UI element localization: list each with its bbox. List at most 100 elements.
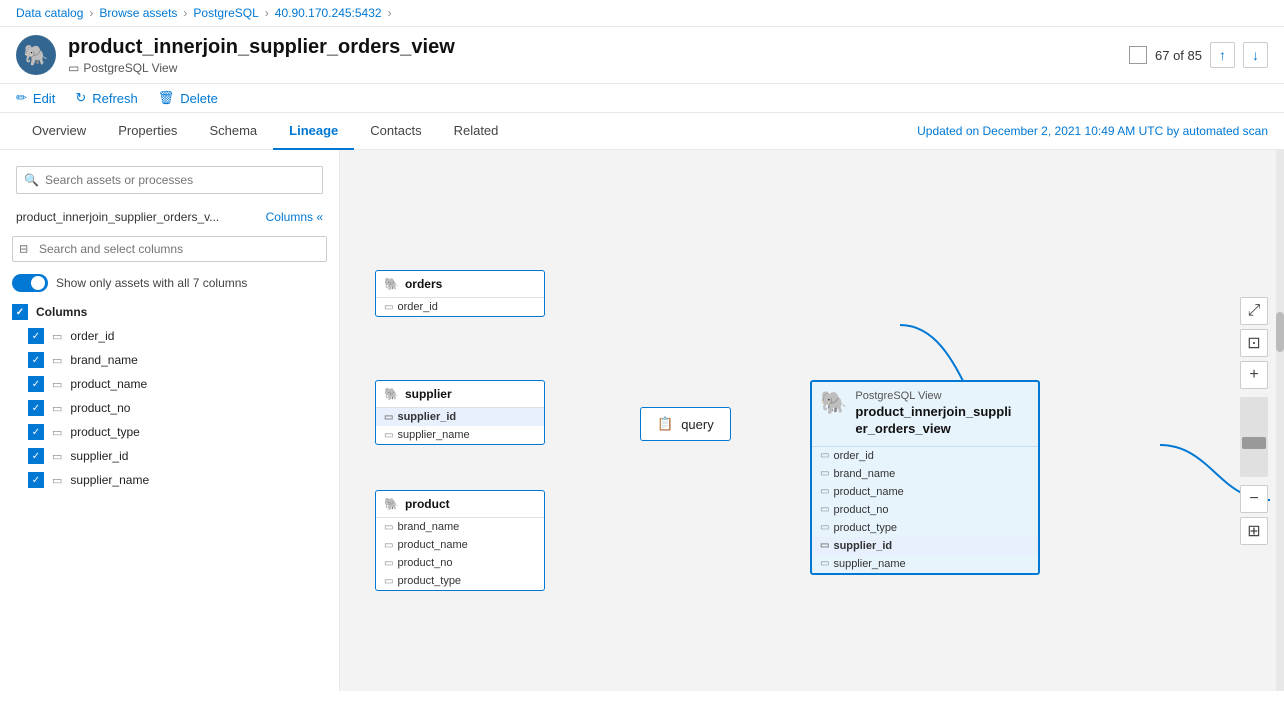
col-checkbox-product_type[interactable]: ✓ xyxy=(28,424,44,440)
col-label-product_no: product_no xyxy=(70,401,130,415)
breadcrumb-sep-2: › xyxy=(265,6,269,20)
tab-contacts[interactable]: Contacts xyxy=(354,113,437,150)
col-item-icon-supplier_name: ▭ xyxy=(52,474,62,487)
scrollbar-thumb[interactable] xyxy=(1276,312,1284,352)
product-col-brand_name: ▭ brand_name xyxy=(376,518,544,536)
col-checkbox-supplier_id[interactable]: ✓ xyxy=(28,448,44,464)
toggle-switch[interactable] xyxy=(12,274,48,292)
column-item-brand_name[interactable]: ✓ ▭ brand_name xyxy=(0,348,339,372)
prev-button[interactable]: ↑ xyxy=(1210,42,1235,68)
next-button[interactable]: ↓ xyxy=(1243,42,1268,68)
asset-info: product_innerjoin_supplier_orders_view ▭… xyxy=(68,36,455,75)
breadcrumb-sep-1: › xyxy=(183,6,187,20)
columns-all-checkbox[interactable]: ✓ xyxy=(12,304,28,320)
breadcrumb-sep-0: › xyxy=(89,6,93,20)
col-label-supplier_name: supplier_name xyxy=(70,473,149,487)
product-col-product_name: ▭ product_name xyxy=(376,536,544,554)
updated-by[interactable]: automated scan xyxy=(1183,124,1268,138)
column-item-order_id[interactable]: ✓ ▭ order_id xyxy=(0,324,339,348)
header-right: 67 of 85 ↑ ↓ xyxy=(1129,42,1268,68)
orders-node-header: 🐘 orders xyxy=(376,271,544,298)
delete-button[interactable]: 🗑 Delete xyxy=(158,90,218,106)
left-panel: 🔍 product_innerjoin_supplier_orders_v...… xyxy=(0,150,340,691)
zoom-in-button[interactable]: + xyxy=(1240,361,1268,389)
select-checkbox[interactable] xyxy=(1129,46,1147,64)
orders-db-icon: 🐘 xyxy=(384,277,399,291)
tab-properties[interactable]: Properties xyxy=(102,113,193,150)
col-item-icon-product_name: ▭ xyxy=(52,378,62,391)
breadcrumb-item-1[interactable]: Browse assets xyxy=(99,6,177,20)
dest-title: product_innerjoin_supplier_orders_view xyxy=(855,404,1011,438)
dest-col-supplier_id: ▭ supplier_id xyxy=(812,537,1038,555)
zoom-track xyxy=(1240,397,1268,477)
page-header: 🐘 product_innerjoin_supplier_orders_view… xyxy=(0,27,1284,84)
col-item-icon-supplier_id: ▭ xyxy=(52,450,62,463)
breadcrumb-item-2[interactable]: PostgreSQL xyxy=(193,6,258,20)
tab-related[interactable]: Related xyxy=(438,113,515,150)
asset-type-label: PostgreSQL View xyxy=(83,61,177,75)
dest-col-product_name: ▭ product_name xyxy=(812,483,1038,501)
dest-col-order_id: ▭ order_id xyxy=(812,447,1038,465)
edit-button[interactable]: ✏ Edit xyxy=(16,90,55,106)
breadcrumb-item-3[interactable]: 40.90.170.245:5432 xyxy=(275,6,382,20)
column-search-input[interactable] xyxy=(12,236,327,262)
col-checkbox-order_id[interactable]: ✓ xyxy=(28,328,44,344)
col-label-product_name: product_name xyxy=(70,377,147,391)
zoom-controls: ⤢ ⊡ + − ⊞ xyxy=(1240,297,1268,545)
col-label-product_type: product_type xyxy=(70,425,139,439)
toggle-row: Show only assets with all 7 columns xyxy=(0,270,339,300)
supplier-col-label-supplier_id: supplier_id xyxy=(397,411,456,423)
tab-schema[interactable]: Schema xyxy=(193,113,273,150)
column-item-product_type[interactable]: ✓ ▭ product_type xyxy=(0,420,339,444)
expand-button[interactable]: ⤢ xyxy=(1240,297,1268,325)
col-checkbox-product_no[interactable]: ✓ xyxy=(28,400,44,416)
col-item-icon-product_type: ▭ xyxy=(52,426,62,439)
refresh-label: Refresh xyxy=(92,91,138,106)
col-label-order_id: order_id xyxy=(70,329,114,343)
dest-col-supplier_name: ▭ supplier_name xyxy=(812,555,1038,573)
column-item-supplier_name[interactable]: ✓ ▭ supplier_name xyxy=(0,468,339,492)
refresh-button[interactable]: ↻ Refresh xyxy=(75,90,137,106)
zoom-out-button[interactable]: − xyxy=(1240,485,1268,513)
asset-logo: 🐘 xyxy=(16,35,56,75)
supplier-col-icon-supplier_name: ▭ xyxy=(384,430,393,441)
zoom-thumb[interactable] xyxy=(1242,437,1266,449)
orders-title: orders xyxy=(405,277,442,291)
product-db-icon: 🐘 xyxy=(384,497,399,511)
tab-lineage[interactable]: Lineage xyxy=(273,113,354,150)
grid-button[interactable]: ⊞ xyxy=(1240,517,1268,545)
dest-col-product_no: ▭ product_no xyxy=(812,501,1038,519)
col-checkbox-product_name[interactable]: ✓ xyxy=(28,376,44,392)
delete-label: Delete xyxy=(180,91,218,106)
tab-overview[interactable]: Overview xyxy=(16,113,102,150)
tab-bar: Overview Properties Schema Lineage Conta… xyxy=(0,113,1284,150)
orders-col-icon-order_id: ▭ xyxy=(384,302,393,313)
collapse-columns-link[interactable]: Columns « xyxy=(266,210,323,224)
filter-icon: ⊟ xyxy=(19,243,28,256)
column-search-container: ⊟ xyxy=(12,236,327,262)
col-checkbox-brand_name[interactable]: ✓ xyxy=(28,352,44,368)
col-label-brand_name: brand_name xyxy=(70,353,137,367)
dest-col-brand_name: ▭ brand_name xyxy=(812,465,1038,483)
main-content: 🔍 product_innerjoin_supplier_orders_v...… xyxy=(0,150,1284,691)
search-assets-input[interactable] xyxy=(16,166,323,194)
columns-group-label: Columns xyxy=(36,305,87,319)
dest-node: 🐘 PostgreSQL View product_innerjoin_supp… xyxy=(810,380,1040,575)
fit-button[interactable]: ⊡ xyxy=(1240,329,1268,357)
supplier-col-label-supplier_name: supplier_name xyxy=(397,429,469,441)
col-checkbox-supplier_name[interactable]: ✓ xyxy=(28,472,44,488)
supplier-col-supplier_name: ▭ supplier_name xyxy=(376,426,544,444)
asset-subtitle: ▭ PostgreSQL View xyxy=(68,61,455,75)
column-item-product_name[interactable]: ✓ ▭ product_name xyxy=(0,372,339,396)
column-item-product_no[interactable]: ✓ ▭ product_no xyxy=(0,396,339,420)
breadcrumb-item-0[interactable]: Data catalog xyxy=(16,6,83,20)
orders-col-order_id: ▭ order_id xyxy=(376,298,544,316)
col-item-icon-product_no: ▭ xyxy=(52,402,62,415)
panel-asset-name: product_innerjoin_supplier_orders_v... xyxy=(16,210,219,224)
dest-node-header: 🐘 PostgreSQL View product_innerjoin_supp… xyxy=(812,382,1038,447)
search-assets-icon: 🔍 xyxy=(24,173,39,187)
canvas-scrollbar[interactable] xyxy=(1276,150,1284,691)
asset-type-icon: ▭ xyxy=(68,61,79,75)
column-item-supplier_id[interactable]: ✓ ▭ supplier_id xyxy=(0,444,339,468)
toolbar: ✏ Edit ↻ Refresh 🗑 Delete xyxy=(0,84,1284,113)
